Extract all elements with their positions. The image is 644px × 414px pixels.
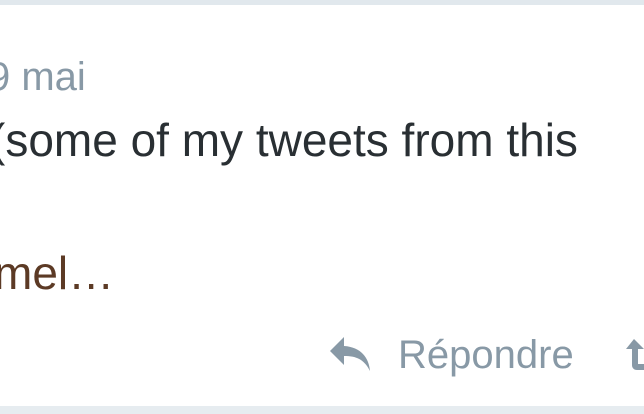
tweet-link[interactable]: mel…: [0, 241, 114, 305]
tweet-viewport: 9 mai (some of my tweets from this mel… …: [0, 0, 644, 414]
reply-label: Répondre: [398, 333, 574, 377]
retweet-button[interactable]: [624, 335, 644, 375]
tweet-card[interactable]: 9 mai (some of my tweets from this mel… …: [0, 5, 644, 406]
reply-button[interactable]: Répondre: [328, 323, 574, 387]
tweet-timestamp[interactable]: 9 mai: [0, 47, 86, 107]
tweet-text: (some of my tweets from this: [0, 114, 578, 166]
tweet-bottom-border: [0, 406, 644, 414]
retweet-icon: [624, 339, 644, 379]
reply-arrow-icon: [328, 335, 374, 375]
